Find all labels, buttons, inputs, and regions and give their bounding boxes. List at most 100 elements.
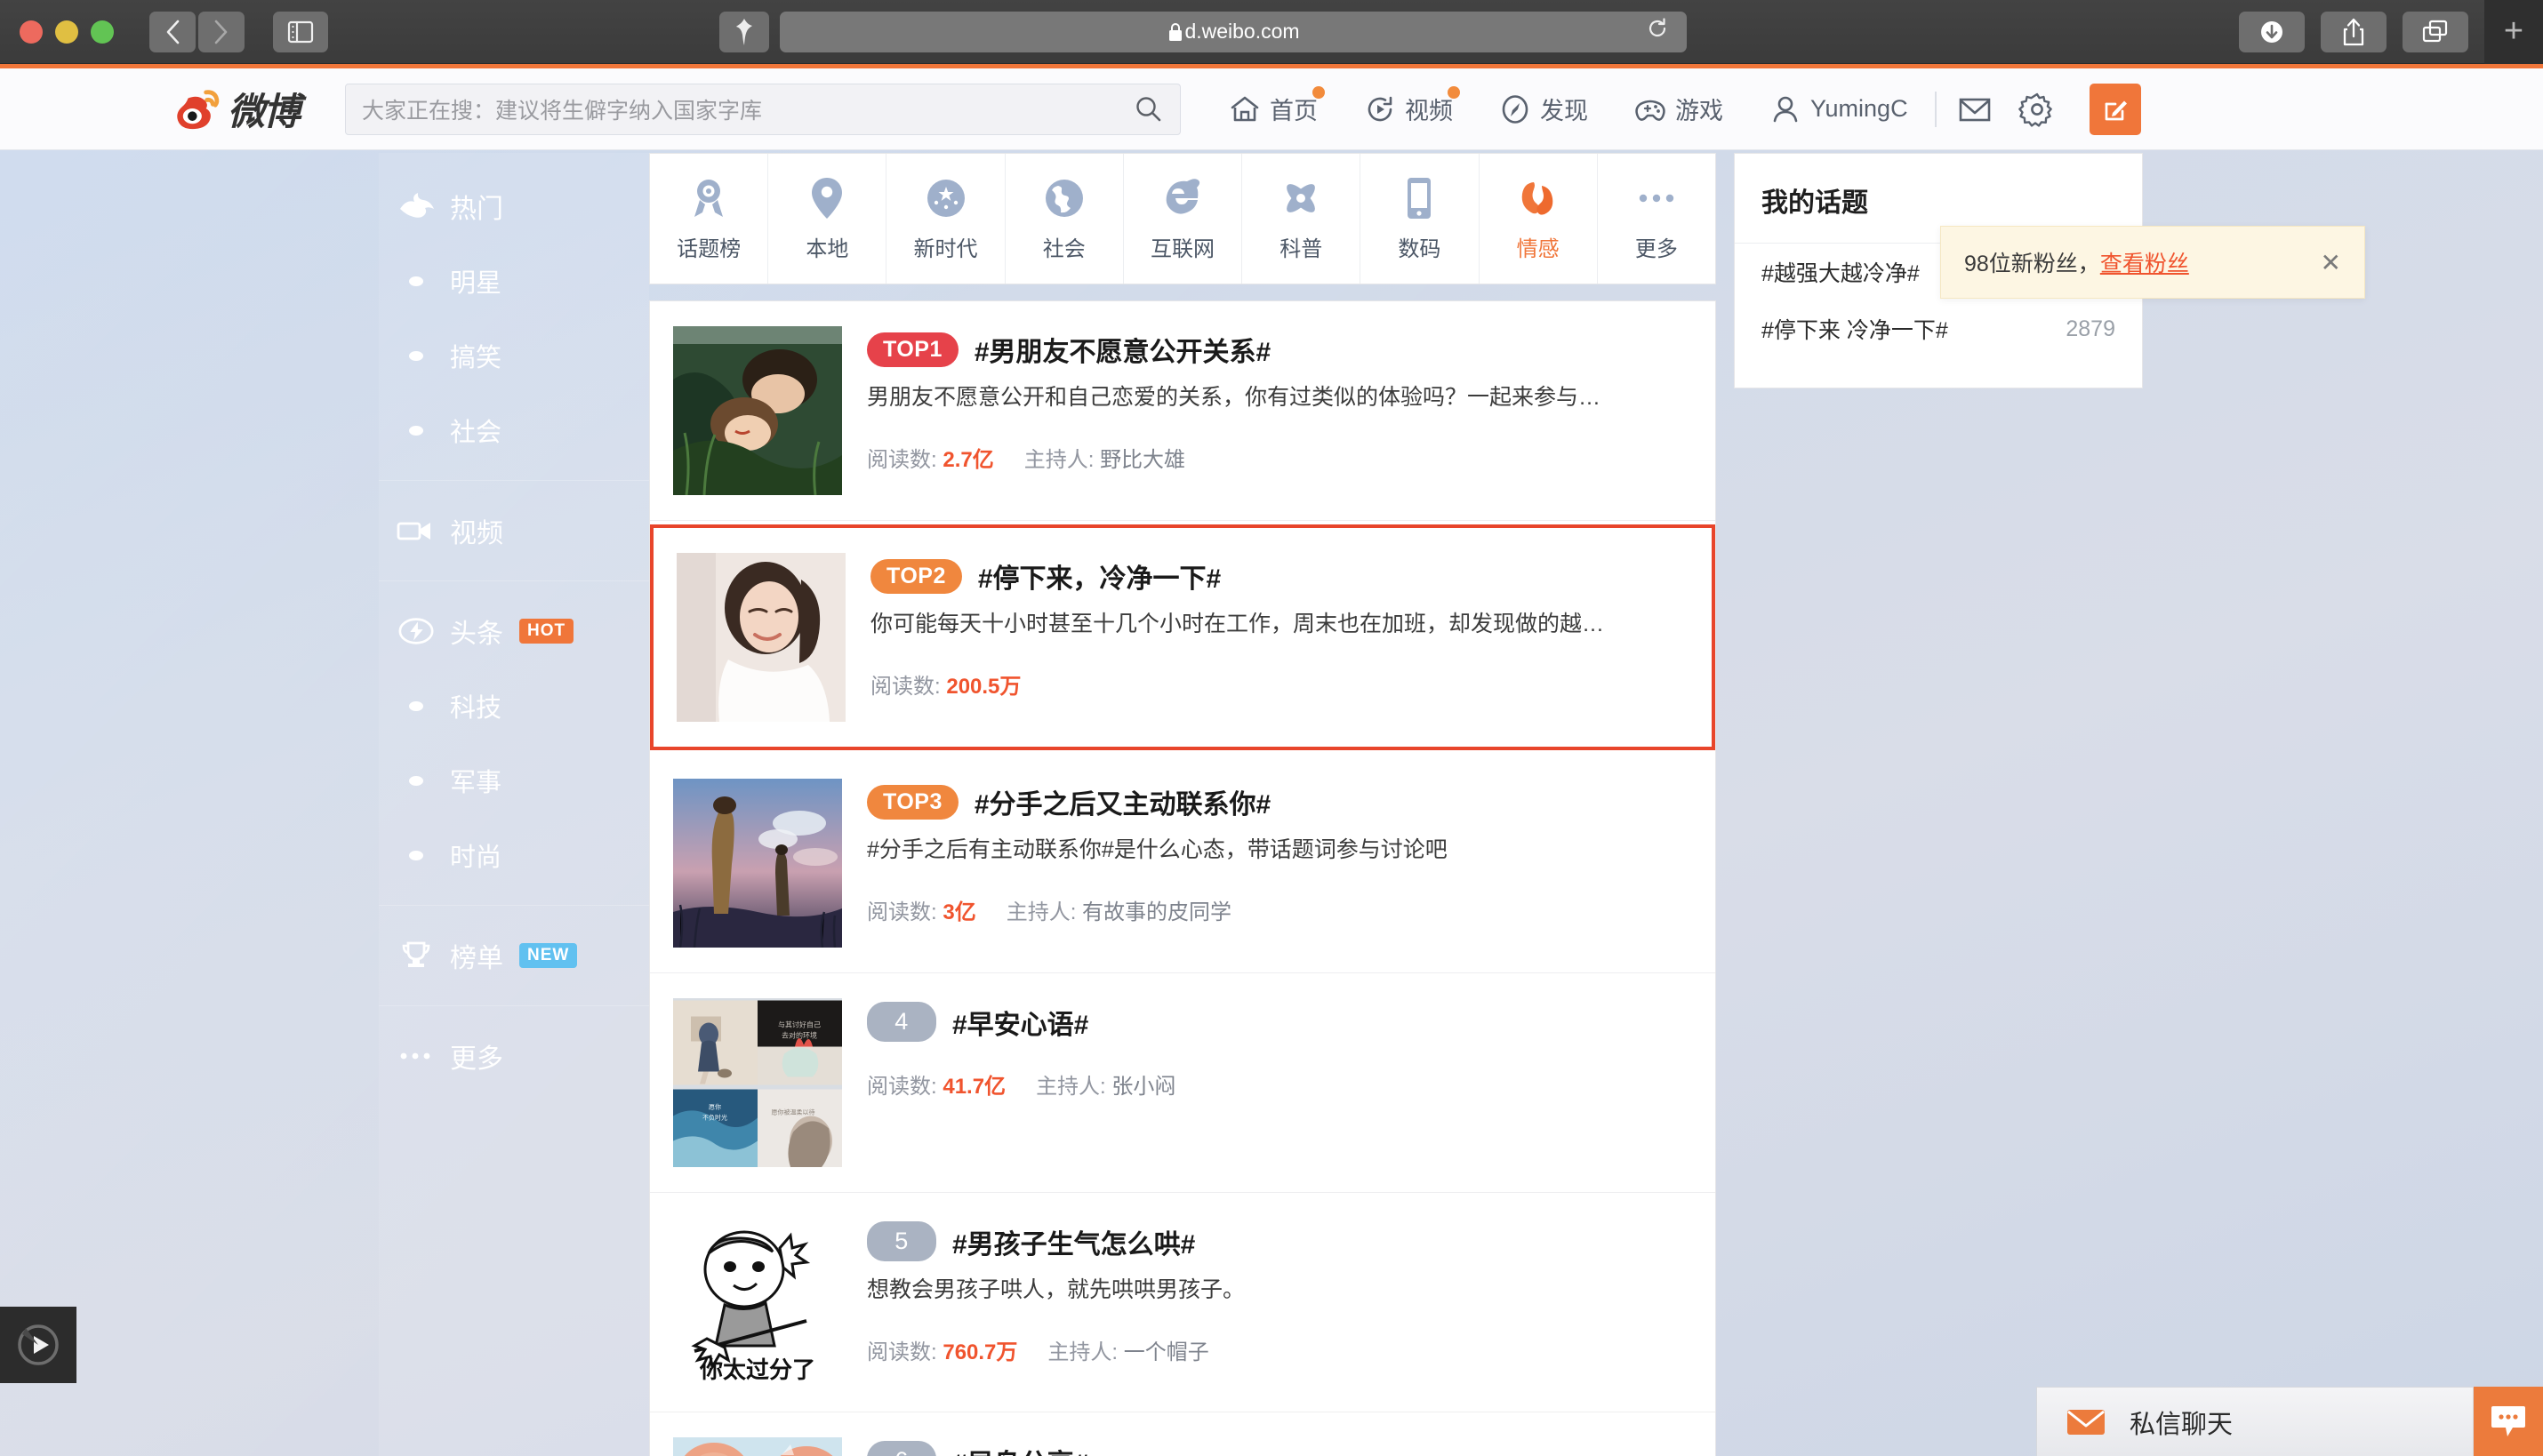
topic-thumbnail[interactable] (677, 553, 846, 722)
compose-button[interactable] (2089, 83, 2141, 135)
category-tab-topic-chart[interactable]: 话题榜 (650, 154, 769, 284)
private-message-bar[interactable]: 私信聊天 (2036, 1387, 2474, 1456)
category-tab-society[interactable]: 社会 (1006, 154, 1124, 284)
topic-thumbnail[interactable]: 与其讨好自己 去对的环境 愿你 不负时光 愿你被温柔以待 (673, 998, 842, 1167)
page-accent-line (0, 64, 2543, 68)
category-tab-internet[interactable]: 互联网 (1124, 154, 1243, 284)
close-window-button[interactable] (20, 20, 43, 44)
sidebar-item-tech[interactable]: 科技 (379, 668, 649, 743)
anime-couple-image (673, 326, 842, 495)
weibo-logo[interactable]: 微博 (176, 82, 301, 136)
address-bar-area: d.weibo.com (719, 11, 1687, 52)
play-circle-icon[interactable] (13, 1320, 63, 1370)
nav-item-user[interactable]: YumingC (1762, 88, 1915, 131)
category-label-topic-chart: 话题榜 (677, 236, 742, 261)
topic-thumbnail[interactable] (673, 326, 842, 495)
category-tab-local[interactable]: 本地 (768, 154, 887, 284)
category-tab-emotion[interactable]: 情感 (1480, 154, 1598, 284)
topic-title-row: 6 #早鸟分享# (867, 1441, 1692, 1456)
read-count-value: 200.5万 (946, 674, 1022, 699)
view-followers-link[interactable]: 查看粉丝 (2100, 246, 2189, 278)
category-tab-new-era[interactable]: 新时代 (886, 154, 1006, 284)
list-item[interactable]: #停下来 冷净一下# 2879 (1735, 300, 2142, 357)
close-icon[interactable]: ✕ (2321, 248, 2341, 277)
topic-thumbnail[interactable] (673, 1437, 842, 1456)
sidebar-divider (379, 580, 649, 581)
topic-title[interactable]: #停下来，冷净一下# (978, 556, 1221, 596)
sidebar-item-more[interactable]: 更多 (379, 1019, 649, 1093)
topic-title[interactable]: #分手之后又主动联系你# (975, 782, 1271, 821)
nav-item-discover[interactable]: 发现 (1492, 86, 1595, 132)
sidebar-item-society[interactable]: 社会 (379, 393, 649, 468)
table-row[interactable]: 6 #早鸟分享# (650, 1412, 1715, 1456)
read-count-group: 阅读数: 200.5万 (870, 668, 1021, 700)
table-row[interactable]: TOP1 #男朋友不愿意公开关系# 男朋友不愿意公开和自己恋爱的关系，你有过类似… (650, 301, 1715, 521)
search-box[interactable]: 大家正在搜：建议将生僻字纳入国家字库 (345, 83, 1182, 135)
topic-meta: 阅读数: 2.7亿 主持人: 野比大雄 (867, 442, 1692, 473)
sidebar-toggle-button[interactable] (273, 11, 328, 52)
topic-thumbnail[interactable] (673, 779, 842, 948)
url-bar[interactable]: d.weibo.com (780, 11, 1687, 52)
bullet-icon (397, 276, 436, 286)
table-row[interactable]: TOP2 #停下来，冷净一下# 你可能每天十小时甚至十几个小时在工作，周末也在加… (650, 524, 1715, 750)
topic-thumbnail[interactable]: 你太过分了 (673, 1218, 842, 1387)
nav-item-video[interactable]: 视频 (1357, 86, 1461, 132)
svg-text:去对的环境: 去对的环境 (782, 1031, 817, 1040)
share-button[interactable] (2321, 11, 2387, 52)
chat-bubble-icon (2491, 1406, 2525, 1436)
download-icon (2261, 20, 2282, 43)
my-topic-name: #停下来 冷净一下# (1761, 318, 1948, 343)
table-row[interactable]: TOP3 #分手之后又主动联系你# #分手之后有主动联系你#是什么心态，带话题词… (650, 754, 1715, 973)
category-label-more: 更多 (1634, 236, 1678, 261)
status-badge: TOP1 (867, 332, 959, 367)
chat-toggle-button[interactable] (2474, 1387, 2543, 1456)
search-icon[interactable] (1134, 94, 1164, 124)
sidebar-item-celebrity[interactable]: 明星 (379, 244, 649, 318)
host-name[interactable]: 野比大雄 (1100, 448, 1185, 472)
sidebar-item-headline[interactable]: 头条 HOT (379, 594, 649, 668)
nav-item-home[interactable]: 首页 (1222, 86, 1326, 132)
category-tab-digital[interactable]: 数码 (1360, 154, 1480, 284)
category-tab-more[interactable]: 更多 (1598, 154, 1715, 284)
sidebar-item-funny[interactable]: 搞笑 (379, 318, 649, 393)
host-name[interactable]: 一个帽子 (1124, 1340, 1209, 1364)
sidebar-item-video[interactable]: 视频 (379, 493, 649, 568)
reload-button[interactable] (1646, 17, 1669, 46)
minimize-window-button[interactable] (55, 20, 78, 44)
category-tab-science[interactable]: 科普 (1242, 154, 1361, 284)
sidebar-item-military[interactable]: 军事 (379, 743, 649, 818)
topic-title[interactable]: #男朋友不愿意公开关系# (975, 330, 1271, 369)
read-count-group: 阅读数: 2.7亿 (867, 442, 994, 473)
table-row[interactable]: 与其讨好自己 去对的环境 愿你 不负时光 愿你被温柔以待 4 #早安心语# 阅读… (650, 973, 1715, 1193)
nav-item-games[interactable]: 游戏 (1627, 86, 1730, 132)
host-name[interactable]: 张小闷 (1111, 1075, 1175, 1099)
main-feed: 话题榜 本地 新时代 社会 互联网 科普 数码 情感 更多 TOP1 #男朋友不… (649, 153, 1716, 1456)
reader-view-button[interactable] (719, 11, 769, 52)
search-input[interactable]: 大家正在搜：建议将生僻字纳入国家字库 (362, 93, 1134, 125)
private-message-label: 私信聊天 (2130, 1410, 2234, 1439)
gear-icon[interactable] (2018, 91, 2056, 128)
forward-button[interactable] (198, 11, 245, 52)
new-tab-button[interactable]: + (2484, 0, 2543, 64)
lightning-icon (397, 615, 436, 647)
topic-title[interactable]: #早鸟分享# (952, 1442, 1088, 1456)
envelope-icon[interactable] (1956, 91, 1993, 128)
topic-title[interactable]: #早安心语# (952, 1003, 1088, 1042)
downloads-button[interactable] (2239, 11, 2305, 52)
sidebar-item-fashion[interactable]: 时尚 (379, 818, 649, 892)
host-group: 主持人: 张小闷 (1036, 1068, 1175, 1100)
maximize-window-button[interactable] (91, 20, 114, 44)
tab-overview-button[interactable] (2403, 11, 2468, 52)
table-row[interactable]: 你太过分了 5 #男孩子生气怎么哄# 想教会男孩子哄人，就先哄哄男孩子。 阅读数… (650, 1193, 1715, 1412)
sidebar-label-fashion: 时尚 (450, 844, 502, 872)
sidebar-label-tech: 科技 (450, 694, 502, 723)
main-nav: 首页 视频 发现 游戏 YumingC (1222, 86, 1915, 132)
sidebar-item-hot[interactable]: 热门 (379, 169, 649, 244)
floating-video-player[interactable] (0, 1307, 76, 1383)
sidebar-item-ranking[interactable]: 榜单 NEW (379, 918, 649, 993)
topic-title[interactable]: #男孩子生气怎么哄# (952, 1222, 1195, 1261)
back-button[interactable] (149, 11, 196, 52)
host-name[interactable]: 有故事的皮同学 (1082, 900, 1231, 924)
globe-icon (1042, 176, 1087, 220)
category-label-digital: 数码 (1398, 236, 1441, 261)
